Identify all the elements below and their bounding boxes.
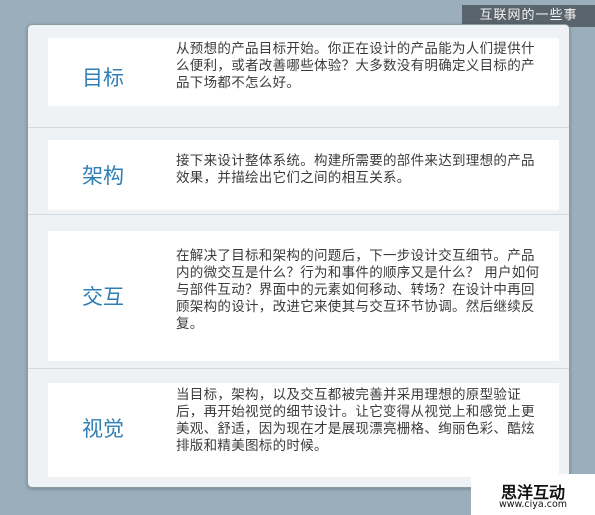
section-architecture: 架构 接下来设计整体系统。构建所需要的部件来达到理想的产品效果，并描绘出它们之间… xyxy=(28,128,569,215)
design-steps-card: 目标 从预想的产品目标开始。你正在设计的产品能为人们提供什么便利，或者改善哪些体… xyxy=(27,24,570,488)
section-description: 当目标，架构，以及交互都被完善并采用理想的原型验证后，再开始视觉的细节设计。让它… xyxy=(176,387,535,454)
section-description: 在解决了目标和架构的问题后，下一步设计交互细节。产品内的微交互是什么？行为和事件… xyxy=(176,248,540,332)
section-panel: 视觉 当目标，架构，以及交互都被完善并采用理想的原型验证后，再开始视觉的细节设计… xyxy=(48,383,559,477)
section-panel: 架构 接下来设计整体系统。构建所需要的部件来达到理想的产品效果，并描绘出它们之间… xyxy=(48,140,559,210)
section-description: 接下来设计整体系统。构建所需要的部件来达到理想的产品效果，并描绘出它们之间的相互… xyxy=(176,153,535,186)
section-title: 交互 xyxy=(82,285,124,309)
brand-logo: 思洋互动 www.ciya.com xyxy=(471,474,595,515)
section-title: 视觉 xyxy=(82,417,124,441)
section-goal: 目标 从预想的产品目标开始。你正在设计的产品能为人们提供什么便利，或者改善哪些体… xyxy=(28,25,569,128)
section-interaction: 交互 在解决了目标和架构的问题后，下一步设计交互细节。产品内的微交互是什么？行为… xyxy=(28,215,569,369)
section-title: 架构 xyxy=(82,164,124,188)
section-description: 从预想的产品目标开始。你正在设计的产品能为人们提供什么便利，或者改善哪些体验？大… xyxy=(176,41,535,91)
brand-url: www.ciya.com xyxy=(498,499,568,510)
section-panel: 目标 从预想的产品目标开始。你正在设计的产品能为人们提供什么便利，或者改善哪些体… xyxy=(48,38,559,106)
section-title: 目标 xyxy=(82,66,124,90)
section-panel: 交互 在解决了目标和架构的问题后，下一步设计交互细节。产品内的微交互是什么？行为… xyxy=(48,231,559,361)
section-visual: 视觉 当目标，架构，以及交互都被完善并采用理想的原型验证后，再开始视觉的细节设计… xyxy=(28,369,569,487)
